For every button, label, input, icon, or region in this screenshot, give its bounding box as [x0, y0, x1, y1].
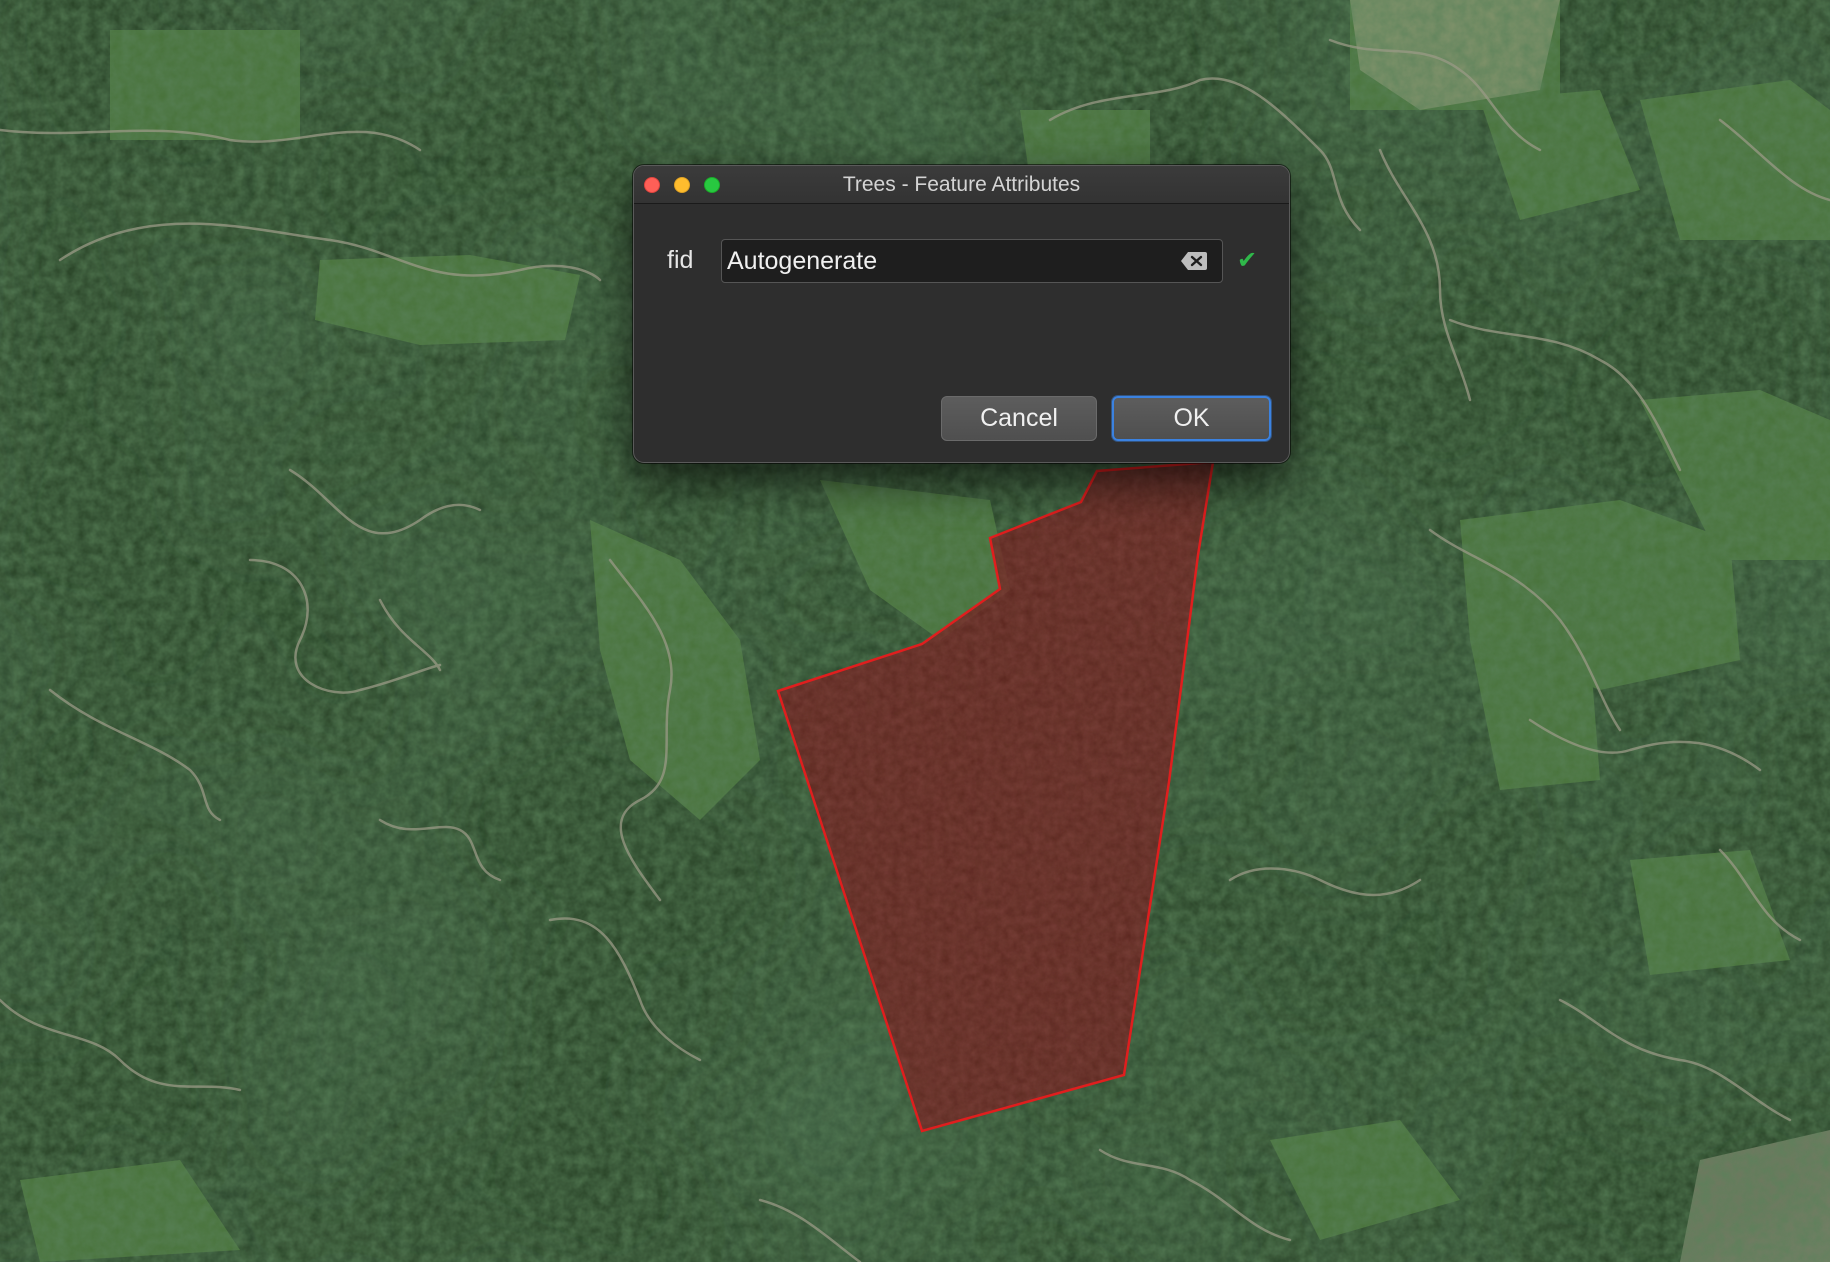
fid-input[interactable] [721, 239, 1223, 283]
feature-attributes-dialog: Trees - Feature Attributes fid ✔ Cancel … [633, 165, 1290, 463]
checkmark-icon: ✔ [1237, 247, 1258, 274]
ok-button[interactable]: OK [1112, 396, 1271, 441]
cancel-button[interactable]: Cancel [941, 396, 1097, 441]
dialog-title: Trees - Feature Attributes [842, 173, 1081, 196]
clear-field-icon[interactable] [1180, 250, 1208, 272]
dialog-titlebar[interactable]: Trees - Feature Attributes [634, 166, 1289, 204]
fid-label: fid [667, 246, 694, 274]
